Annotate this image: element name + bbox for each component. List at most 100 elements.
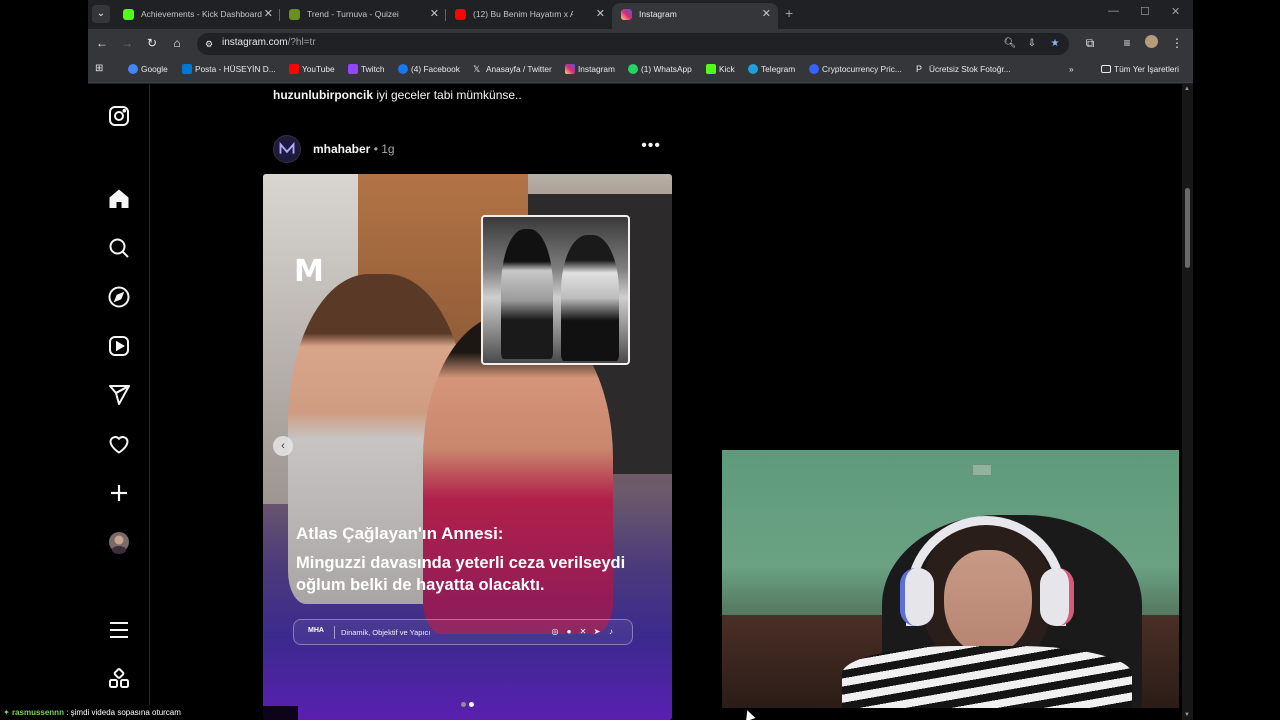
install-app-icon[interactable]: ⇩ xyxy=(1025,37,1039,51)
more-bookmarks-icon[interactable]: » xyxy=(1069,64,1074,74)
extensions-icon[interactable]: ⧉ xyxy=(1082,35,1098,51)
close-tab-icon[interactable]: ✕ xyxy=(430,3,439,25)
tiktok-icon: ♪ xyxy=(609,627,613,636)
forward-arrow-icon[interactable]: → xyxy=(119,35,135,51)
tab-label: Achievements - Kick Dashboard xyxy=(141,9,262,19)
reels-icon[interactable] xyxy=(107,334,131,358)
media-controls-icon[interactable]: ≡ xyxy=(1119,35,1135,51)
bookmark-youtube[interactable]: YouTube xyxy=(289,64,335,74)
bookmark-posta[interactable]: Posta - HÜSEYİN D... xyxy=(182,64,276,74)
bookmark-twitter[interactable]: 𝕏 Anasayfa / Twitter xyxy=(473,64,552,74)
home-icon[interactable]: ⌂ xyxy=(169,35,185,51)
bookmark-label: Anasayfa / Twitter xyxy=(486,64,552,74)
profile-avatar[interactable] xyxy=(1143,35,1159,51)
tab-youtube[interactable]: (12) Bu Benim Hayatım x Anlam ✕ xyxy=(446,3,612,29)
youtube-icon xyxy=(289,64,299,74)
notifications-heart-icon[interactable] xyxy=(107,432,131,456)
bookmark-label: Google xyxy=(141,64,168,74)
tab-search-icon[interactable]: ⌄ xyxy=(92,5,110,23)
bookmark-telegram[interactable]: Telegram xyxy=(748,64,795,74)
new-tab-button[interactable]: + xyxy=(785,5,793,21)
browser-menu-icon[interactable]: ⋮ xyxy=(1169,35,1185,51)
kick-icon xyxy=(123,9,134,20)
reload-icon[interactable]: ↻ xyxy=(144,35,160,51)
browser-toolbar: ← → ↻ ⌂ ⚙ instagram.com/?hl=tr 🔍︎ ⇩ ★ ⧉ … xyxy=(88,29,1193,58)
post-time: • 1g xyxy=(370,142,395,156)
quizei-icon xyxy=(289,9,300,20)
scroll-down-icon[interactable]: ▼ xyxy=(1184,712,1190,718)
back-arrow-icon[interactable]: ← xyxy=(94,35,110,51)
bookmark-twitch[interactable]: Twitch xyxy=(348,64,385,74)
bookmark-label: Ücretsiz Stok Fotoğr... xyxy=(929,64,1011,74)
whatsapp-icon xyxy=(628,64,638,74)
close-tab-icon[interactable]: ✕ xyxy=(762,3,771,25)
post-options-icon[interactable]: ••• xyxy=(641,137,661,155)
tab-kick-dashboard[interactable]: Achievements - Kick Dashboard ✕ xyxy=(114,3,280,29)
instagram-icon xyxy=(565,64,575,74)
explore-compass-icon[interactable] xyxy=(107,285,131,309)
threads-apps-icon[interactable] xyxy=(107,667,131,691)
tab-instagram[interactable]: Instagram ✕ xyxy=(612,3,778,29)
bookmark-label: (1) WhatsApp xyxy=(641,64,692,74)
bookmark-label: YouTube xyxy=(302,64,335,74)
bookmark-google[interactable]: Google xyxy=(128,64,168,74)
bookmark-label: Posta - HÜSEYİN D... xyxy=(195,64,276,74)
carousel-prev-button[interactable]: ‹ xyxy=(273,436,293,456)
instagram-logo-icon[interactable] xyxy=(107,104,131,128)
scroll-up-icon[interactable]: ▲ xyxy=(1184,86,1190,92)
bookmark-kick[interactable]: Kick xyxy=(706,64,735,74)
screen: ⌄ Achievements - Kick Dashboard ✕ Trend … xyxy=(0,0,1280,720)
instagram-sidebar xyxy=(88,84,150,720)
create-plus-icon[interactable] xyxy=(107,481,131,505)
minimize-icon[interactable]: — xyxy=(1108,5,1119,17)
bookmark-facebook[interactable]: (4) Facebook xyxy=(398,64,460,74)
streamer-webcam xyxy=(722,450,1179,708)
carousel-dot-active xyxy=(469,702,474,707)
scrollbar-thumb[interactable] xyxy=(1185,188,1190,268)
headphone-cup-right xyxy=(1040,568,1074,626)
chat-username: rasmussennn xyxy=(11,708,64,717)
bookmark-star-icon[interactable]: ★ xyxy=(1048,37,1062,51)
bookmark-whatsapp[interactable]: (1) WhatsApp xyxy=(628,64,692,74)
bookmark-stock-photo[interactable]: P Ücretsiz Stok Fotoğr... xyxy=(916,64,1011,74)
all-bookmarks-folder[interactable]: Tüm Yer İşaretleri xyxy=(1101,64,1179,74)
mha-logo: M xyxy=(294,254,324,289)
page-scrollbar[interactable]: ▲ ▼ xyxy=(1182,84,1193,720)
tab-label: Trend - Turnuva - Quizei xyxy=(307,9,399,19)
instagram-icon xyxy=(621,9,632,20)
striped-shirt xyxy=(842,646,1132,708)
pexels-icon: P xyxy=(916,64,923,74)
close-tab-icon[interactable]: ✕ xyxy=(596,3,605,25)
address-bar[interactable]: ⚙ instagram.com/?hl=tr 🔍︎ ⇩ ★ xyxy=(197,33,1069,55)
site-info-icon[interactable]: ⚙ xyxy=(203,38,215,50)
tab-quizei[interactable]: Trend - Turnuva - Quizei ✕ xyxy=(280,3,446,29)
tab-label: (12) Bu Benim Hayatım x Anlam xyxy=(473,9,573,19)
mail-icon xyxy=(182,64,192,74)
more-menu-icon[interactable] xyxy=(107,618,131,642)
profile-avatar[interactable] xyxy=(107,530,131,554)
post-headline-quote: Minguzzi davasında yeterli ceza verilsey… xyxy=(296,554,626,594)
home-icon[interactable] xyxy=(107,187,131,211)
stream-chat-message: ✦ rasmussennn : şimdi videda sopasına ot… xyxy=(0,706,298,720)
bookmark-instagram[interactable]: Instagram xyxy=(565,64,615,74)
post-username-text: mhahaber xyxy=(313,142,371,156)
bookmark-crypto[interactable]: Cryptocurrency Pric... xyxy=(809,64,902,74)
post-image[interactable]: M ‹ Atlas Çağlayan'ın Annesi: Minguzzi d… xyxy=(263,174,672,720)
headphone-cup-left xyxy=(900,568,934,626)
close-tab-icon[interactable]: ✕ xyxy=(264,3,273,25)
apps-grid-icon[interactable]: ⊞ xyxy=(95,63,103,74)
x-icon: 𝕏 xyxy=(473,64,481,74)
post-username[interactable]: mhahaber • 1g xyxy=(313,142,395,156)
inset-person-2 xyxy=(561,235,619,361)
caption-username[interactable]: huzunlubirponcik xyxy=(273,88,373,102)
post-avatar[interactable] xyxy=(273,135,301,163)
maximize-icon[interactable]: ☐ xyxy=(1140,5,1150,18)
zoom-icon[interactable]: 🔍︎ xyxy=(1003,37,1017,51)
messages-icon[interactable] xyxy=(107,383,131,407)
facebook-icon xyxy=(398,64,408,74)
instagram-icon: ◎ xyxy=(551,627,559,636)
search-icon[interactable] xyxy=(107,236,131,260)
close-window-icon[interactable]: ✕ xyxy=(1171,5,1180,18)
bookmark-label: Cryptocurrency Pric... xyxy=(822,64,902,74)
brand-name: MHA xyxy=(308,627,324,634)
